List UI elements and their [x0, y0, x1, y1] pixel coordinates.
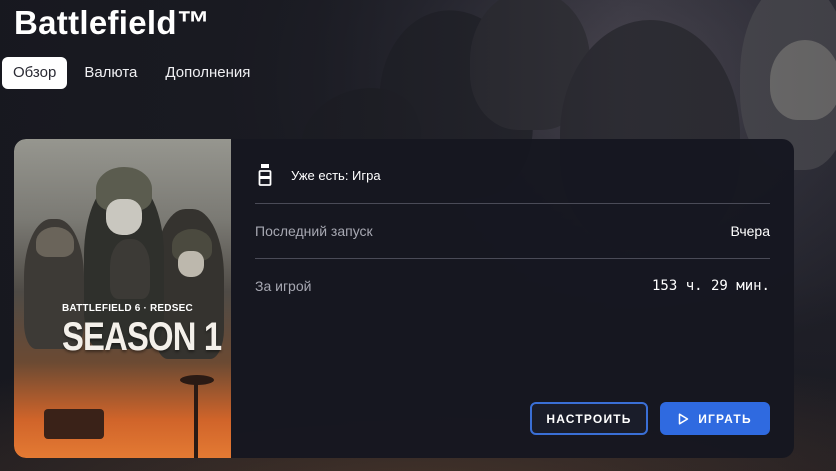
game-info-card: BATTLEFIELD 6 · REDSEC SEASON 1 Уже есть… [14, 139, 794, 458]
tab-bar: Обзор Валюта Дополнения [2, 57, 261, 89]
bottle-icon [255, 162, 275, 188]
divider [255, 258, 770, 259]
last-launch-row: Последний запуск Вчера [255, 220, 770, 242]
play-icon [678, 412, 689, 425]
ownership-row: Уже есть: Игра [255, 161, 381, 189]
configure-button[interactable]: НАСТРОИТЬ [530, 402, 648, 435]
configure-button-label: НАСТРОИТЬ [546, 411, 632, 426]
game-cover-art: BATTLEFIELD 6 · REDSEC SEASON 1 [14, 139, 231, 458]
game-page: Battlefield™ Обзор Валюта Дополнения BAT… [0, 0, 836, 471]
play-button[interactable]: ИГРАТЬ [660, 402, 770, 435]
tab-addons[interactable]: Дополнения [154, 57, 261, 89]
last-launch-value: Вчера [730, 223, 770, 239]
cover-brand-line: BATTLEFIELD 6 · REDSEC [62, 303, 193, 314]
cover-season-title: SEASON 1 [62, 315, 222, 359]
tab-overview[interactable]: Обзор [2, 57, 68, 89]
playtime-value: 153 ч. 29 мин. [651, 278, 770, 294]
playtime-label: За игрой [255, 278, 312, 294]
play-button-label: ИГРАТЬ [698, 411, 752, 426]
ownership-text: Уже есть: Игра [291, 167, 381, 183]
last-launch-label: Последний запуск [255, 223, 373, 239]
divider [255, 203, 770, 204]
game-title: Battlefield™ [14, 4, 211, 41]
playtime-row: За игрой 153 ч. 29 мин. [255, 275, 770, 297]
tab-currency[interactable]: Валюта [73, 57, 148, 89]
